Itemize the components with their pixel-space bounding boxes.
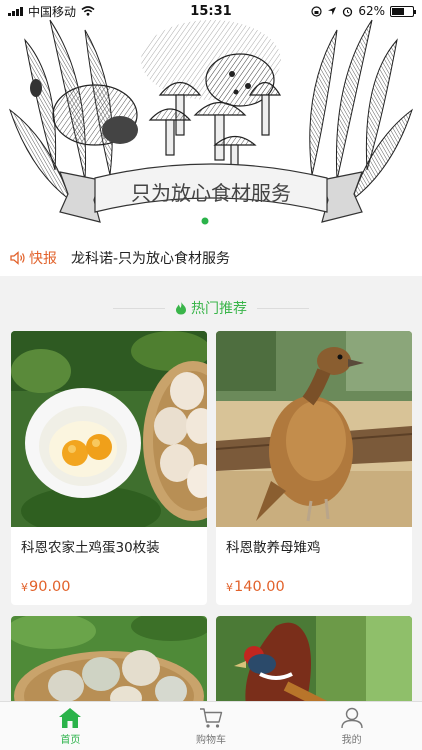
news-badge-label: 快报 [29,251,57,267]
tab-cart-label: 购物车 [196,734,226,746]
divider [113,307,165,309]
product-image [11,331,207,527]
section-label: 热门推荐 [175,298,247,318]
banner-slogan: 只为放心食材服务 [131,181,291,205]
product-card[interactable]: 科恩农家土鸡蛋30枚装 ¥90.00 [11,331,207,605]
section-title-text: 热门推荐 [191,301,247,317]
alarm-icon [343,6,353,17]
product-name: 科恩散养母雉鸡 [226,540,321,556]
tab-cart[interactable]: 购物车 [141,702,282,750]
news-ticker[interactable]: 快报 龙科诺-只为放心食材服务 [0,240,422,276]
wifi-icon [81,6,95,16]
tab-profile-label: 我的 [341,734,362,746]
news-headline[interactable]: 龙科诺-只为放心食材服务 [71,248,230,268]
banner-carousel[interactable]: 只为放心食材服务 [0,0,422,240]
divider [257,307,309,309]
product-price: ¥90.00 [21,579,71,595]
user-icon [340,707,363,728]
currency-symbol: ¥ [21,581,28,594]
location-icon [328,7,337,15]
banner-illustration: 只为放心食材服务 [0,0,422,240]
status-time: 15:31 [190,3,232,19]
tab-bar: 首页 购物车 我的 [0,701,422,750]
product-image [216,331,412,527]
product-card[interactable]: 科恩散养母雉鸡 ¥140.00 [216,331,412,605]
product-name: 科恩农家土鸡蛋30枚装 [21,540,160,556]
home-icon [59,707,82,728]
price-value: 90.00 [29,579,71,595]
battery-percent: 62% [358,4,385,18]
product-card[interactable] [11,616,207,706]
price-value: 140.00 [234,579,285,595]
cart-icon [200,707,223,728]
signal-icon [8,6,23,16]
status-bar: 中国移动 15:31 62% [0,0,422,22]
speaker-icon [10,251,25,265]
tab-profile[interactable]: 我的 [281,702,422,750]
news-badge: 快报 [10,248,57,268]
product-image [11,616,207,706]
orientation-lock-icon [311,5,322,17]
flame-icon [176,301,186,315]
carousel-indicator[interactable] [201,217,209,225]
product-card[interactable] [216,616,412,706]
tab-home-label: 首页 [60,734,81,746]
section-heading: 热门推荐 [0,294,422,322]
carrier-name: 中国移动 [28,4,77,19]
tab-home[interactable]: 首页 [0,702,141,750]
currency-symbol: ¥ [226,581,233,594]
product-price: ¥140.00 [226,579,285,595]
battery-icon [390,5,416,17]
product-image [216,616,412,706]
